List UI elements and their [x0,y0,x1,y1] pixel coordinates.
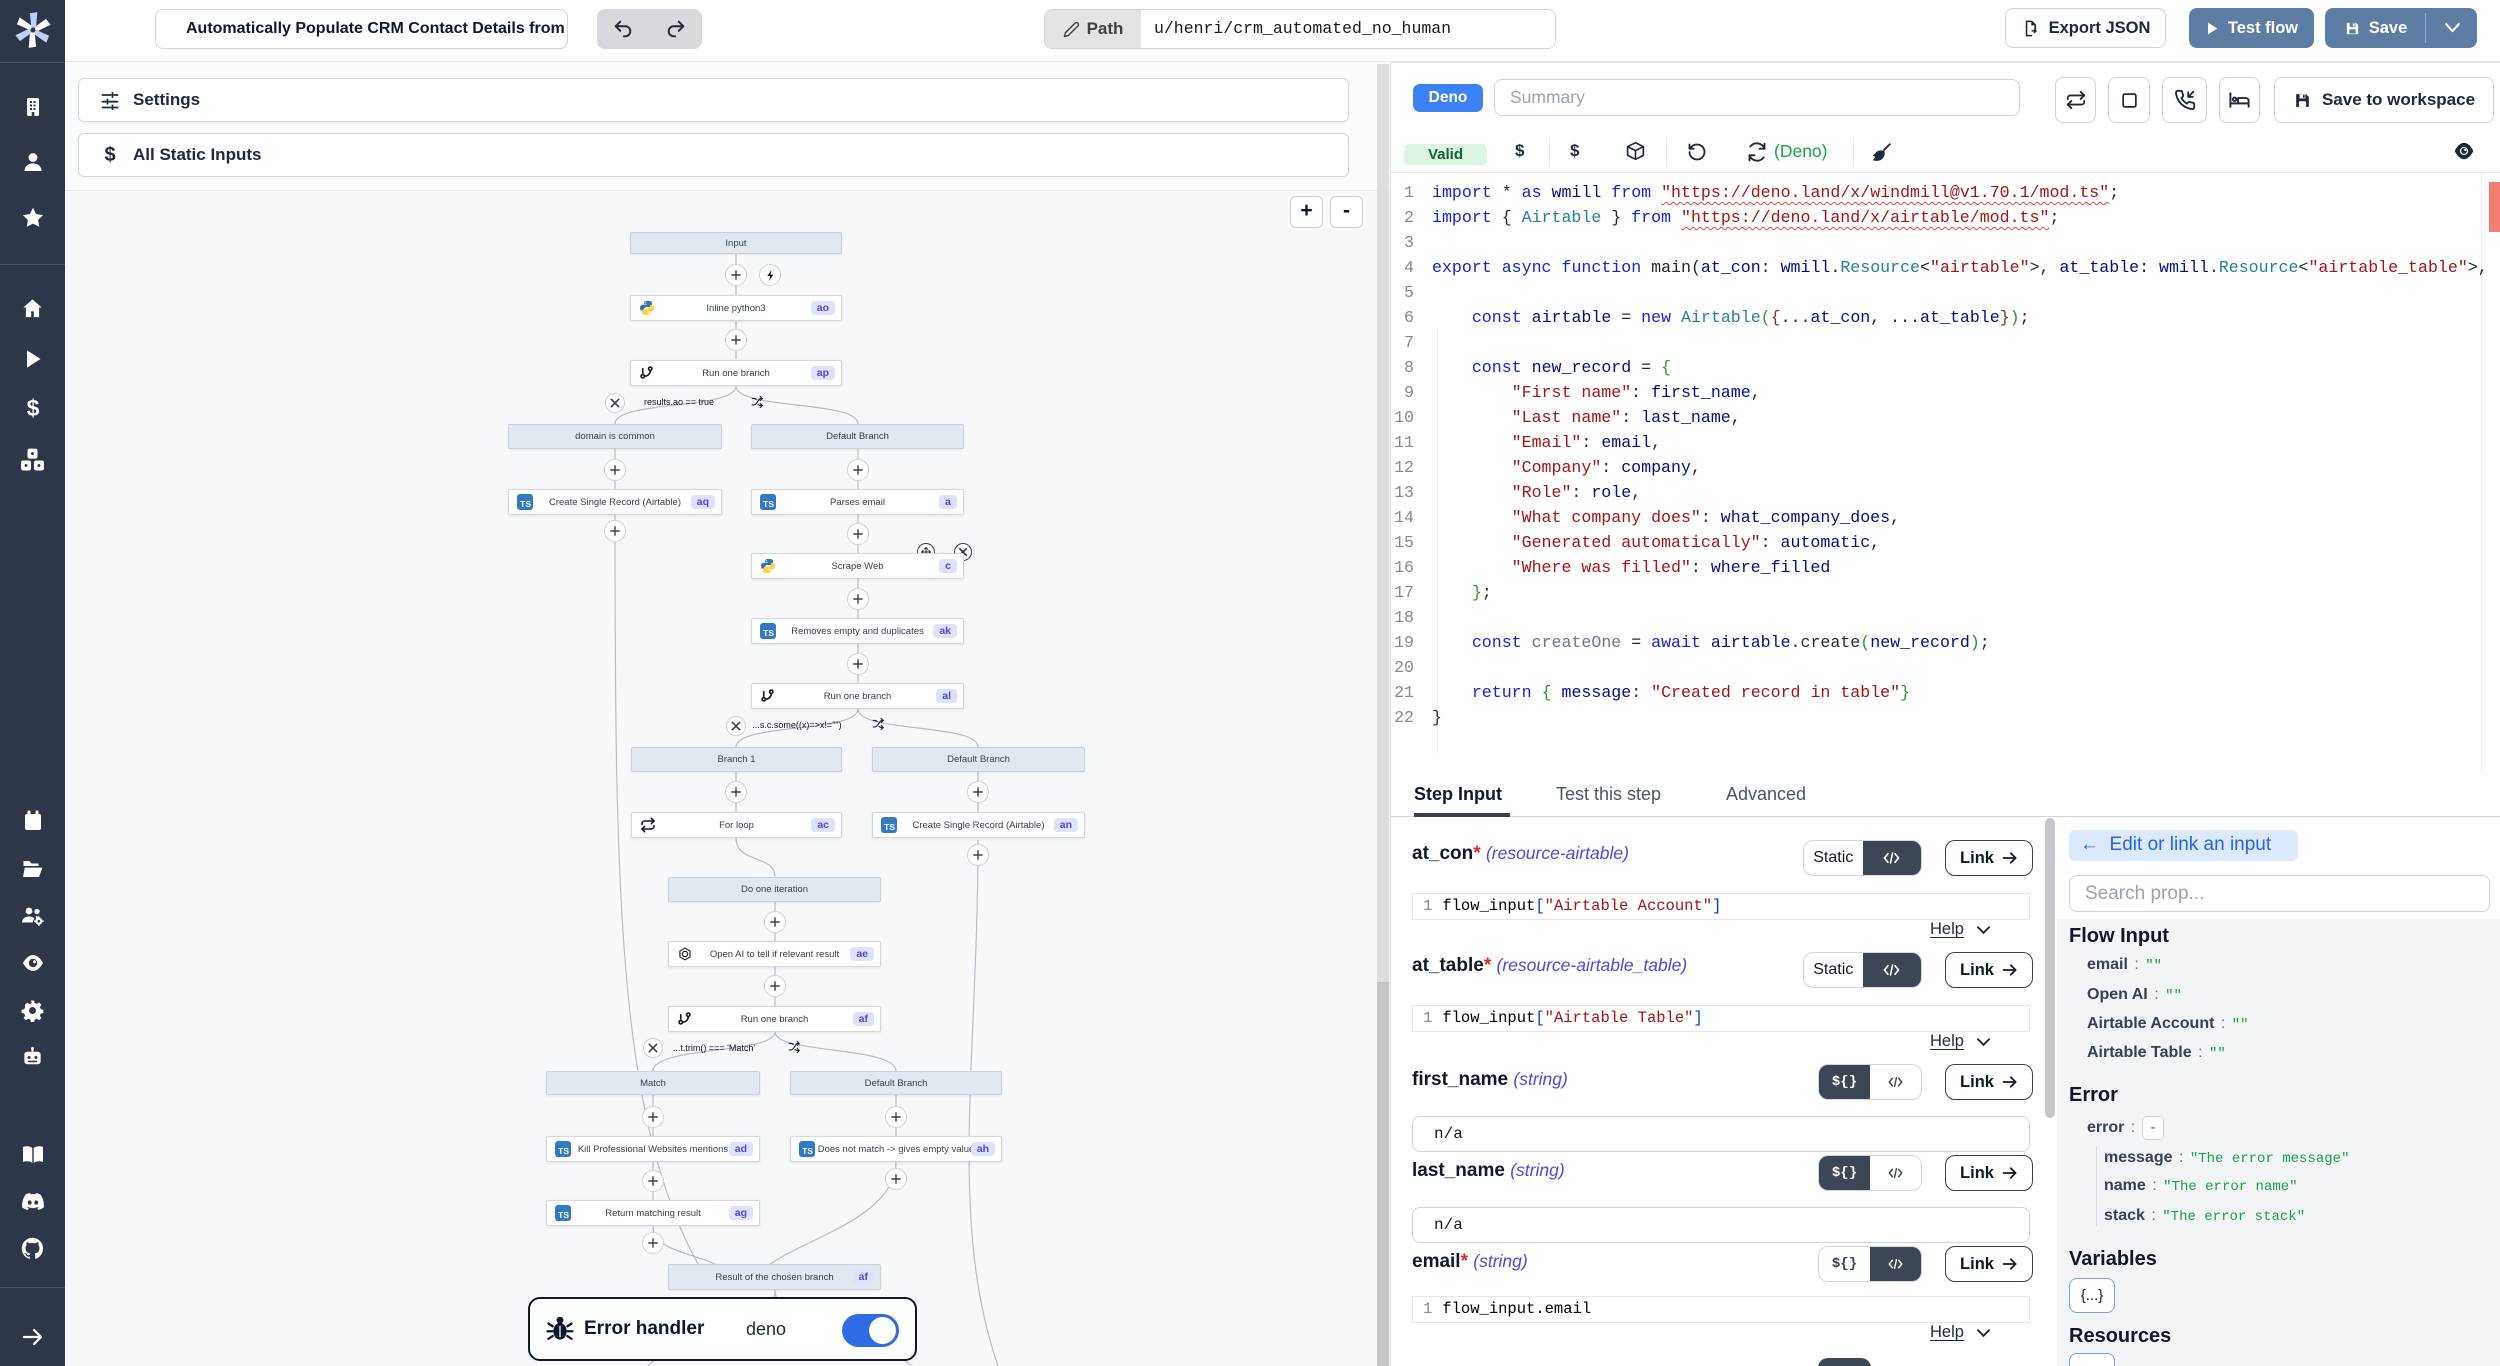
svg-text:$: $ [26,396,39,421]
